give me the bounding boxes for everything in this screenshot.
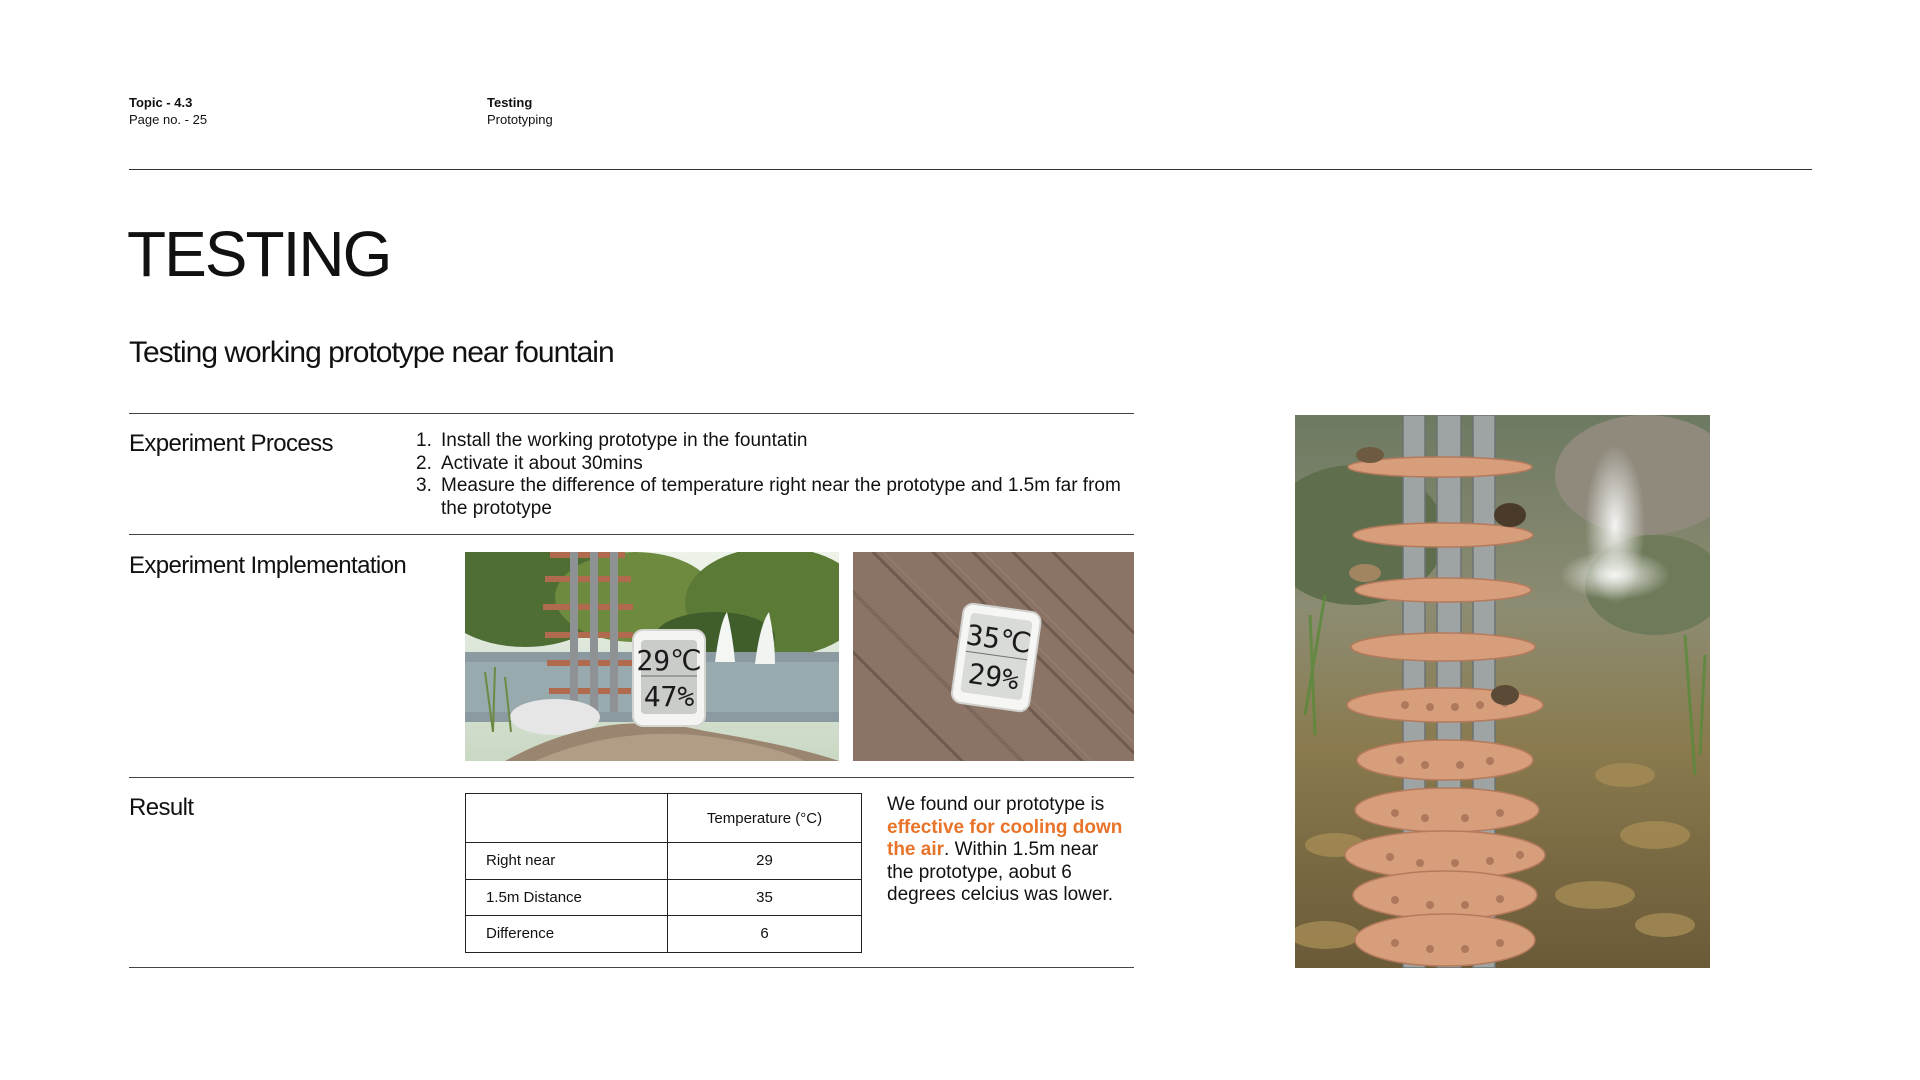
table-header-cell — [465, 793, 668, 843]
header-section-block: Testing Prototyping — [487, 94, 553, 128]
subsection-label: Prototyping — [487, 112, 553, 127]
divider-implementation — [129, 534, 1134, 535]
experiment-steps-list: 1. Install the working prototype in the f… — [416, 430, 1136, 520]
deck-humidity-readout: 29% — [966, 657, 1021, 697]
fountain-thermometer-photo: 29℃ 47% — [465, 552, 839, 761]
table-row: Difference 6 — [465, 915, 862, 953]
table-cell-value: 35 — [667, 878, 862, 916]
step-text: Measure the difference of temperature ri… — [441, 475, 1121, 519]
table-header-row: Temperature (°C) — [465, 793, 862, 843]
fountain-humidity-readout: 47% — [644, 680, 695, 713]
step-text: Activate it about 30mins — [441, 452, 643, 474]
topic-label: Topic - 4.3 — [129, 95, 193, 110]
results-table: Temperature (°C) Right near 29 1.5m Dist… — [465, 793, 862, 953]
page-title: TESTING — [127, 218, 392, 290]
table-cell-label: Right near — [465, 842, 668, 880]
step-text: Install the working prototype in the fou… — [441, 430, 808, 451]
table-cell-label: 1.5m Distance — [465, 878, 668, 916]
fountain-temp-readout: 29℃ — [636, 644, 701, 677]
result-text-start: We found our prototype is — [887, 794, 1105, 815]
table-row: 1.5m Distance 35 — [465, 878, 862, 916]
section-label: Testing — [487, 95, 533, 110]
table-cell-label: Difference — [465, 915, 668, 953]
table-cell-value: 6 — [667, 915, 862, 953]
divider-bottom — [129, 967, 1134, 968]
list-item: 2. Activate it about 30mins — [416, 453, 1136, 476]
page-number: Page no. - 25 — [129, 112, 208, 127]
divider-result — [129, 777, 1134, 778]
result-summary: We found our prototype is effective for … — [887, 794, 1127, 907]
deck-thermometer-photo: 35℃ 29% — [853, 552, 1134, 761]
divider-process — [129, 413, 1134, 414]
list-item: 1. Install the working prototype in the f… — [416, 430, 1136, 453]
header-topic-block: Topic - 4.3 Page no. - 25 — [129, 94, 207, 128]
result-label: Result — [129, 794, 194, 821]
experiment-process-label: Experiment Process — [129, 430, 334, 457]
experiment-implementation-label: Experiment Implementation — [129, 552, 407, 579]
prototype-tower-photo — [1295, 415, 1710, 968]
list-item: 3. Measure the difference of temperature … — [416, 475, 1136, 520]
page-subtitle: Testing working prototype near fountain — [129, 336, 615, 369]
table-row: Right near 29 — [465, 842, 862, 880]
table-cell-value: 29 — [667, 842, 862, 880]
table-header-cell: Temperature (°C) — [667, 793, 862, 843]
header-divider — [129, 169, 1812, 170]
